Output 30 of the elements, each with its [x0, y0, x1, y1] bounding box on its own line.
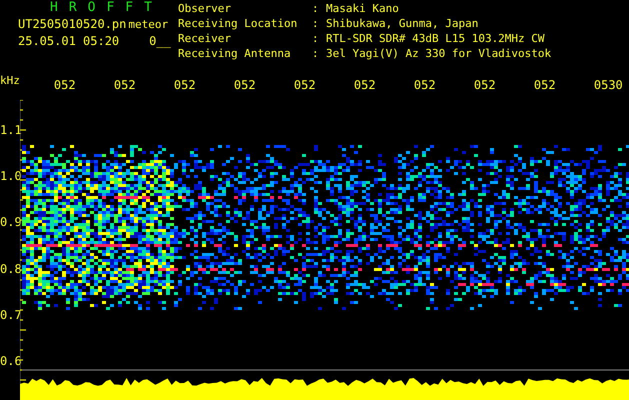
info-label: Receiver	[178, 32, 232, 47]
info-separator: :	[312, 32, 320, 47]
mode-label: meteor	[128, 17, 168, 33]
info-separator: :	[312, 17, 320, 32]
time-label: 052	[294, 78, 317, 92]
info-label: Receiving Antenna	[178, 47, 292, 62]
time-label: 052	[114, 78, 137, 92]
time-label: 052	[474, 78, 497, 92]
axis-label: 1.1	[0, 123, 20, 139]
info-value: RTL-SDR SDR# 43dB L15 103.2MHz CW	[326, 32, 546, 47]
time-label: 052	[174, 78, 197, 92]
info-value: Shibukawa, Gunma, Japan	[326, 17, 480, 32]
time-label: 0530	[594, 78, 624, 92]
date-time: 25.05.01 05:20	[18, 33, 120, 50]
info-label: Receiving Location	[178, 17, 298, 32]
info-label: Observer	[178, 2, 232, 17]
info-separator: :	[312, 2, 320, 17]
time-label: 052	[354, 78, 377, 92]
app-title: HROFFT	[49, 0, 164, 16]
file-name: UT2505010520.pn	[18, 16, 126, 33]
info-value: 3el Yagi(V) Az 330 for Vladivostok	[326, 47, 552, 62]
time-label: 052	[414, 78, 437, 92]
info-value: Masaki Kano	[326, 2, 400, 17]
axis-label: 0.7	[0, 308, 20, 324]
axis-unit: kHz	[0, 73, 20, 87]
time-label: 052	[234, 78, 257, 92]
info-separator: :	[312, 47, 320, 62]
counter-label: 0__	[149, 33, 171, 50]
time-label: 052	[54, 78, 77, 92]
time-label: 052	[534, 78, 557, 92]
